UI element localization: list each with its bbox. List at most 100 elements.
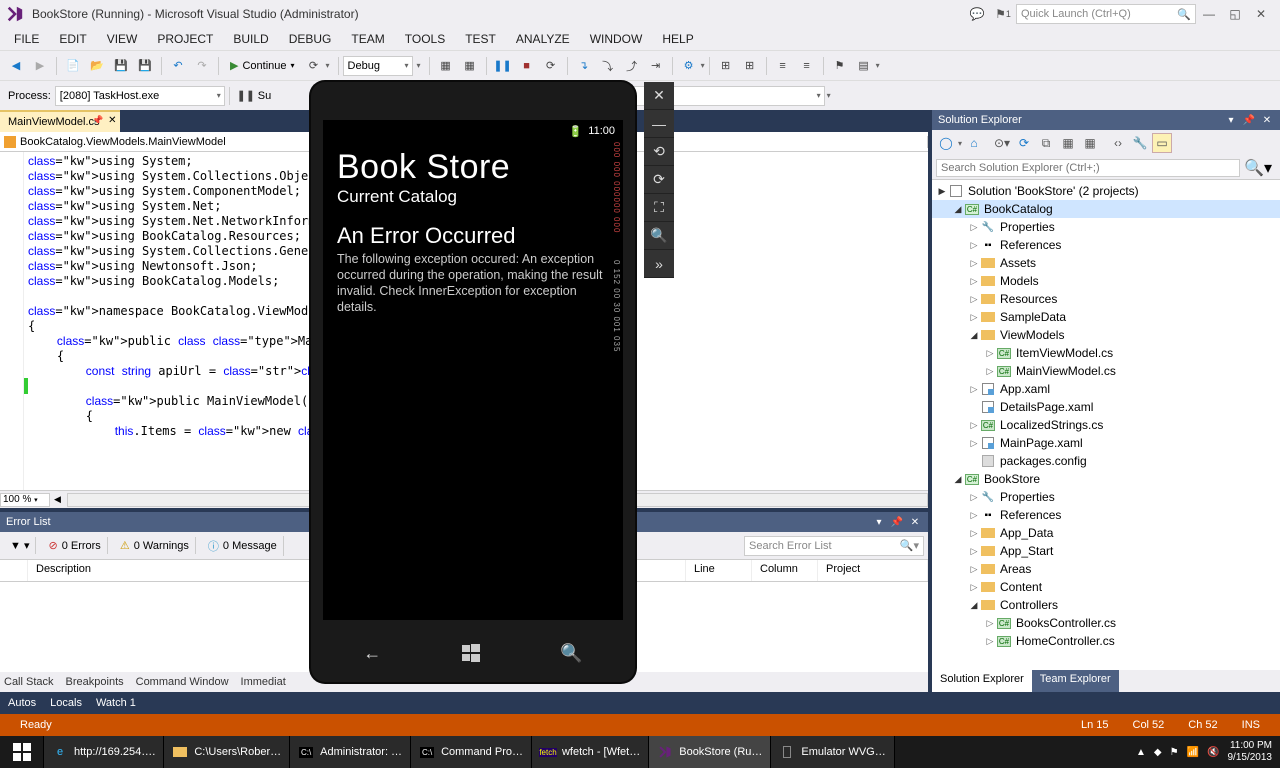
tb-icon[interactable]: ⚙ xyxy=(678,55,700,77)
process-dropdown[interactable]: [2080] TaskHost.exe xyxy=(55,86,225,106)
taskbar-item[interactable]: fetchwfetch - [Wfet… xyxy=(532,736,649,768)
tree-node[interactable]: ▷▪▪References xyxy=(932,236,1280,254)
menu-analyze[interactable]: ANALYZE xyxy=(506,30,580,48)
refresh-button[interactable]: ⟳ xyxy=(1014,133,1034,153)
back-button[interactable]: ◯ xyxy=(936,133,956,153)
messages-filter[interactable]: ⓘ 0 Message xyxy=(202,536,284,556)
solution-node[interactable]: ▶Solution 'BookStore' (2 projects) xyxy=(932,182,1280,200)
collapse-button[interactable]: ⧉ xyxy=(1036,133,1056,153)
taskbar-item[interactable]: C:\Administrator: … xyxy=(290,736,411,768)
start-button[interactable] xyxy=(0,736,44,768)
menu-view[interactable]: VIEW xyxy=(97,30,148,48)
taskbar-item[interactable]: BookStore (Ru… xyxy=(649,736,771,768)
nav-back-button[interactable]: ◀ xyxy=(5,55,27,77)
view-code-button[interactable]: ‹› xyxy=(1108,133,1128,153)
tree-node[interactable]: ▷C#HomeController.cs xyxy=(932,632,1280,650)
pin-icon[interactable]: 📌 xyxy=(890,515,904,529)
menu-file[interactable]: FILE xyxy=(4,30,49,48)
redo-button[interactable]: ↷ xyxy=(191,55,213,77)
menu-debug[interactable]: DEBUG xyxy=(279,30,342,48)
solution-tree[interactable]: ▶Solution 'BookStore' (2 projects)◢C#Boo… xyxy=(932,180,1280,670)
tb-icon[interactable]: ▦ xyxy=(435,55,457,77)
tree-node[interactable]: ▷C#MainViewModel.cs xyxy=(932,362,1280,380)
emu-more-button[interactable]: » xyxy=(644,250,674,278)
refresh-button[interactable]: ⟳ xyxy=(303,55,325,77)
stop-button[interactable]: ■ xyxy=(516,55,538,77)
emu-zoom-button[interactable]: 🔍 xyxy=(644,222,674,250)
col-project[interactable]: Project xyxy=(818,560,928,581)
emu-fit-button[interactable]: ⛶ xyxy=(644,194,674,222)
tree-node[interactable]: ▷C#LocalizedStrings.cs xyxy=(932,416,1280,434)
tree-node[interactable]: DetailsPage.xaml xyxy=(932,398,1280,416)
tb-icon[interactable]: ▤ xyxy=(853,55,875,77)
menu-project[interactable]: PROJECT xyxy=(147,30,223,48)
errors-filter[interactable]: ⊘ 0 Errors xyxy=(42,537,107,554)
tree-node[interactable]: ▷🔧Properties xyxy=(932,218,1280,236)
emu-close-button[interactable]: ✕ xyxy=(644,82,674,110)
preview-button[interactable]: ▭ xyxy=(1152,133,1172,153)
close-button[interactable]: ✕ xyxy=(1252,5,1270,23)
step-button[interactable]: ⇥ xyxy=(645,55,667,77)
emu-rotate-right-button[interactable]: ⟳ xyxy=(644,166,674,194)
tree-node[interactable]: ▷App.xaml xyxy=(932,380,1280,398)
notifications-flag-icon[interactable]: ⚑1 xyxy=(994,5,1012,23)
tree-node[interactable]: ◢ViewModels xyxy=(932,326,1280,344)
phone-emulator[interactable]: 🔋 11:00 Book Store Current Catalog An Er… xyxy=(311,82,635,682)
tree-node[interactable]: ◢C#BookStore xyxy=(932,470,1280,488)
back-button[interactable]: ← xyxy=(363,643,381,664)
pin-icon[interactable]: 📌 xyxy=(1242,113,1256,127)
tree-node[interactable]: ◢Controllers xyxy=(932,596,1280,614)
tab-watch-1[interactable]: Watch 1 xyxy=(96,697,136,709)
windows-button[interactable] xyxy=(462,644,480,662)
error-search-input[interactable]: Search Error List 🔍▾ xyxy=(744,536,924,556)
tab-team-explorer[interactable]: Team Explorer xyxy=(1032,670,1119,692)
step-over-button[interactable]: ⤵ xyxy=(597,55,619,77)
restart-button[interactable]: ⟳ xyxy=(540,55,562,77)
step-into-button[interactable]: ↴ xyxy=(573,55,595,77)
tree-node[interactable]: ▷App_Start xyxy=(932,542,1280,560)
zoom-dropdown[interactable]: 100 % ▾ xyxy=(0,493,50,507)
quick-launch-input[interactable]: Quick Launch (Ctrl+Q) 🔍 xyxy=(1016,4,1196,24)
menu-edit[interactable]: EDIT xyxy=(49,30,96,48)
tab-call-stack[interactable]: Call Stack xyxy=(4,676,54,688)
nav-fwd-button[interactable]: ▶ xyxy=(29,55,51,77)
tb-icon[interactable]: ⊞ xyxy=(715,55,737,77)
system-tray[interactable]: ▲ ◆ ⚑ 📶 🔇 11:00 PM 9/15/2013 xyxy=(1128,740,1280,764)
tree-node[interactable]: ▷MainPage.xaml xyxy=(932,434,1280,452)
col-line[interactable]: Line xyxy=(686,560,752,581)
tree-node[interactable]: ◢C#BookCatalog xyxy=(932,200,1280,218)
tree-node[interactable]: ▷Models xyxy=(932,272,1280,290)
filter-dropdown[interactable]: ▼ ▾ xyxy=(4,537,36,554)
tray-clock[interactable]: 11:00 PM 9/15/2013 xyxy=(1228,740,1273,764)
close-tab-icon[interactable]: ✕ xyxy=(108,115,116,126)
close-panel-icon[interactable]: ✕ xyxy=(908,515,922,529)
tb-icon[interactable]: ⊞ xyxy=(739,55,761,77)
phone-screen[interactable]: 🔋 11:00 Book Store Current Catalog An Er… xyxy=(323,120,623,620)
restore-button[interactable]: ◱ xyxy=(1226,5,1244,23)
menu-window[interactable]: WINDOW xyxy=(580,30,653,48)
step-out-button[interactable]: ⤴ xyxy=(621,55,643,77)
tray-icon[interactable]: ⚑ xyxy=(1170,747,1179,758)
warnings-filter[interactable]: ⚠ 0 Warnings xyxy=(114,537,196,554)
panel-menu-icon[interactable]: ▾ xyxy=(1224,113,1238,127)
tree-node[interactable]: ▷C#BooksController.cs xyxy=(932,614,1280,632)
properties-button[interactable]: 🔧 xyxy=(1130,133,1150,153)
tray-volume-icon[interactable]: 🔇 xyxy=(1207,747,1219,758)
save-all-button[interactable]: 💾 xyxy=(134,55,156,77)
menu-test[interactable]: TEST xyxy=(455,30,506,48)
search-input[interactable] xyxy=(936,159,1240,177)
menu-help[interactable]: HELP xyxy=(652,30,703,48)
tree-node[interactable]: ▷Areas xyxy=(932,560,1280,578)
tree-node[interactable]: ▷Assets xyxy=(932,254,1280,272)
tree-node[interactable]: ▷▪▪References xyxy=(932,506,1280,524)
new-project-button[interactable]: 📄 xyxy=(62,55,84,77)
taskbar-item[interactable]: C:\Users\Rober… xyxy=(164,736,290,768)
solution-explorer-header[interactable]: Solution Explorer ▾ 📌 ✕ xyxy=(932,110,1280,130)
tab-breakpoints[interactable]: Breakpoints xyxy=(66,676,124,688)
tree-node[interactable]: ▷App_Data xyxy=(932,524,1280,542)
search-button[interactable]: 🔍 xyxy=(560,643,582,664)
tree-node[interactable]: ▷🔧Properties xyxy=(932,488,1280,506)
panel-menu-icon[interactable]: ▾ xyxy=(872,515,886,529)
tb-icon[interactable]: ▦ xyxy=(1080,133,1100,153)
sync-button[interactable]: ⊙▾ xyxy=(992,133,1012,153)
